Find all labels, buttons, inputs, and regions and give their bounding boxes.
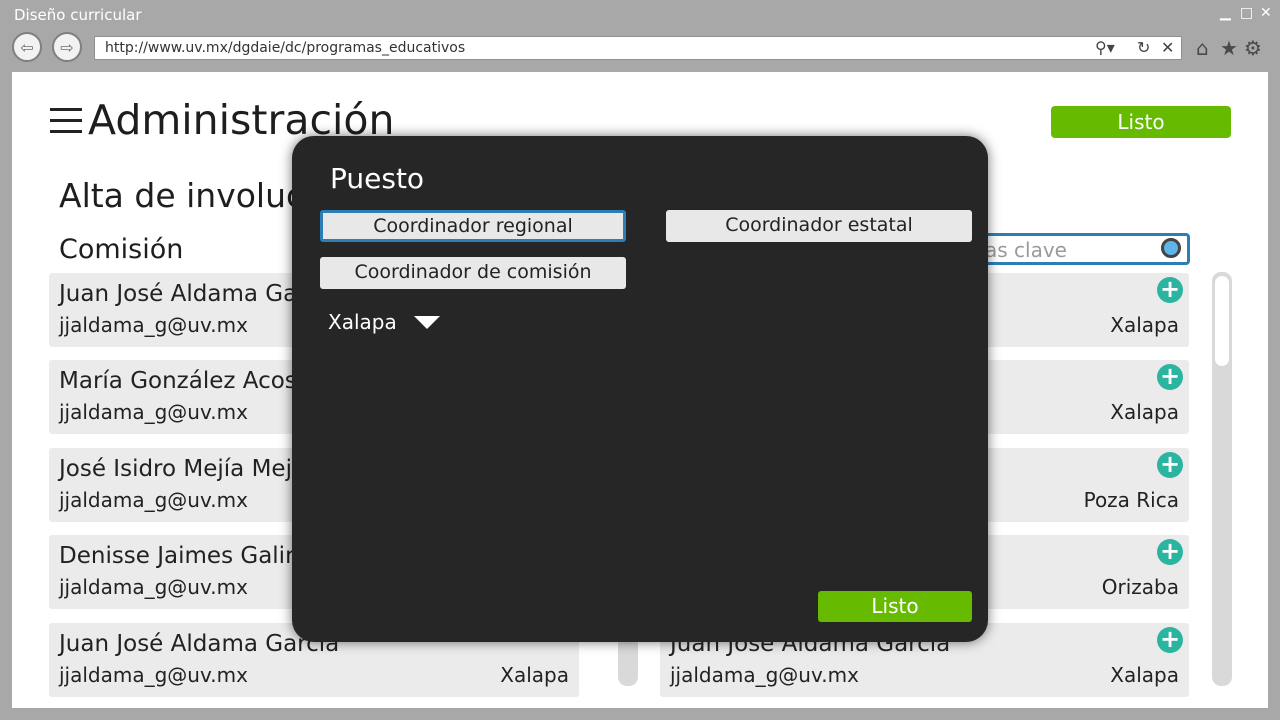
person-email: jjaldama_g@uv.mx [59,313,248,337]
search-icon[interactable] [1161,238,1181,258]
region-dropdown[interactable]: Xalapa [328,310,397,334]
gear-icon[interactable]: ⚙ [1244,36,1262,60]
section-subtitle: Alta de involuc [59,176,305,215]
person-city: Xalapa [500,663,569,687]
person-email: jjaldama_g@uv.mx [59,575,248,599]
person-name: Juan José Aldama Ga [59,281,298,307]
search-icon[interactable]: ⚲▾ [1095,38,1115,57]
dialog-done-button[interactable]: Listo [818,591,972,622]
dropdown-arrow-icon[interactable] [414,316,440,329]
plus-circle-icon[interactable]: + [1157,452,1183,478]
person-email: jjaldama_g@uv.mx [59,488,248,512]
address-bar[interactable]: http://www.uv.mx/dgdaie/dc/programas_edu… [94,36,1182,60]
maximize-icon[interactable]: □ [1240,5,1253,21]
search-placeholder: as clave [985,238,1067,262]
person-city: Poza Rica [1083,488,1179,512]
comision-label: Comisión [59,234,184,265]
search-input[interactable]: as clave [972,233,1190,265]
person-city: Xalapa [1110,400,1179,424]
person-city: Xalapa [1110,313,1179,337]
refresh-icon[interactable]: ↻ [1137,38,1150,57]
person-email: jjaldama_g@uv.mx [59,400,248,424]
right-scrollbar-thumb[interactable] [1215,276,1229,366]
star-icon[interactable]: ★ [1220,36,1238,60]
plus-circle-icon[interactable]: + [1157,364,1183,390]
close-icon[interactable]: ✕ [1161,38,1174,57]
dialog-title: Puesto [330,162,425,195]
option-coordinador-regional[interactable]: Coordinador regional [320,210,626,242]
back-arrow-icon[interactable]: ⇦ [12,32,42,62]
done-button[interactable]: Listo [1051,106,1231,138]
person-city: Xalapa [1110,663,1179,687]
window-title: Diseño curricular [14,6,142,24]
puesto-dialog: Puesto Coordinador regional Coordinador … [292,136,988,642]
plus-circle-icon[interactable]: + [1157,627,1183,653]
person-email: jjaldama_g@uv.mx [670,663,859,687]
home-icon[interactable]: ⌂ [1196,36,1209,60]
person-email: jjaldama_g@uv.mx [59,663,248,687]
person-name: Denisse Jaimes Galin [59,543,300,569]
plus-circle-icon[interactable]: + [1157,539,1183,565]
person-city: Orizaba [1101,575,1179,599]
close-window-icon[interactable]: ✕ [1260,5,1272,21]
person-name: José Isidro Mejía Meji [59,456,299,482]
forward-arrow-icon[interactable]: ⇨ [52,32,82,62]
hamburger-menu-icon[interactable] [50,108,82,134]
option-coordinador-estatal[interactable]: Coordinador estatal [666,210,972,242]
option-coordinador-comision[interactable]: Coordinador de comisión [320,257,626,289]
person-name: María González Acos [59,368,297,394]
window-titlebar: Diseño curricular ▁ □ ✕ [0,0,1280,30]
right-scrollbar[interactable] [1212,272,1232,686]
plus-circle-icon[interactable]: + [1157,277,1183,303]
minimize-icon[interactable]: ▁ [1220,5,1231,21]
address-url: http://www.uv.mx/dgdaie/dc/programas_edu… [105,40,466,56]
